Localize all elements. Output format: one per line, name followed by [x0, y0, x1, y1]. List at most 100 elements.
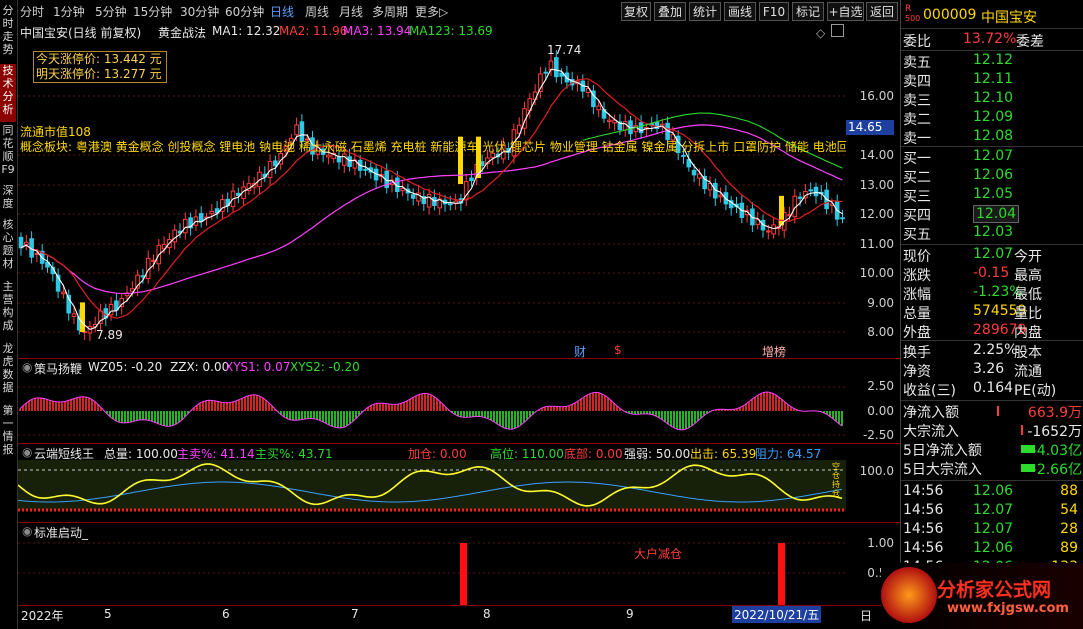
left-sidebar: 分时走势 技术分析 同花顺F9 深度 核心题材 主营构成 龙虎数据 第一情报 [0, 0, 18, 629]
dollar-marker[interactable]: $ [614, 343, 622, 357]
bid-price: 12.06 [973, 167, 1014, 183]
quote-row: 现价 12.07 今开 [903, 246, 1042, 265]
bid-row[interactable]: 买一 12.07 [901, 148, 1083, 167]
overlay-button[interactable]: 叠加 [654, 2, 686, 21]
tick-row: 14:56 12.06 89 [903, 540, 1078, 556]
capital-flow-row: 5日大宗流入 -2.66亿 [903, 462, 1082, 478]
back-button[interactable]: 返回 [866, 2, 898, 21]
bid-row[interactable]: 买四 12.04 [901, 205, 1083, 224]
bid-row[interactable]: 买五 12.03 [901, 224, 1083, 243]
logo-icon [881, 567, 937, 623]
tick-row: 14:56 12.06 88 [903, 483, 1078, 499]
bid-price: 12.03 [973, 224, 1014, 240]
quote-row: 涨跌 -0.15 最高 [903, 265, 1042, 284]
big-holder-reduce-label: 大户减仓 [634, 547, 683, 561]
quote-title: R 500 000009 中国宝安 [905, 4, 1037, 26]
period-intraday[interactable]: 分时 [20, 2, 44, 22]
quote-panel: R 500 000009 中国宝安 委比 13.72% 委差 卖五 12.12 卖四… [881, 0, 1083, 629]
ask-label: 卖四 [903, 74, 931, 90]
indicator-name[interactable]: 黄金战法 [158, 24, 206, 41]
bid-label: 买五 [903, 227, 931, 243]
period-monthly[interactable]: 月线 [339, 2, 363, 22]
ask-price: 12.09 [973, 109, 1014, 125]
high-price-label: 17.74 [547, 43, 582, 57]
pane-settings-icon[interactable]: ◉ [22, 445, 32, 459]
quote-row: 总量 574559 量比 [903, 303, 1042, 322]
ask-row[interactable]: 卖四 12.11 [901, 71, 1083, 90]
pane3-indicator-chart[interactable] [18, 539, 846, 605]
pane2-indicator-chart[interactable] [18, 460, 846, 522]
period-more[interactable]: 更多▷ [415, 2, 448, 22]
site-logo: 分析家公式网 www.fxjgsw.com [881, 563, 1083, 629]
sidebar-tab-intraday[interactable]: 分时走势 [0, 4, 16, 62]
pane2-y-axis: 100.0 [859, 464, 894, 478]
ask-row[interactable]: 卖五 12.12 [901, 52, 1083, 71]
main-kline-chart[interactable] [18, 40, 846, 360]
main-y-axis: 16.00 14.00 13.00 12.00 11.00 10.00 9.00… [859, 89, 894, 339]
sidebar-tab-dragon-tiger[interactable]: 龙虎数据 [0, 342, 16, 400]
window-toggle-icon[interactable] [831, 24, 844, 37]
bid-label: 买四 [903, 208, 931, 224]
sidebar-tab-depth[interactable]: 深度 [0, 184, 16, 214]
period-weekly[interactable]: 周线 [305, 2, 329, 22]
ma3-value: MA3: 13.94 [343, 24, 412, 38]
quote-row: 涨幅 -1.23% 最低 [903, 284, 1042, 303]
bid-price: 12.05 [973, 186, 1014, 202]
capital-flow-row: 5日净流入额 -4.03亿 [903, 443, 1082, 459]
ask-price: 12.10 [973, 90, 1014, 106]
bid-label: 买二 [903, 170, 931, 186]
ask-row[interactable]: 卖二 12.09 [901, 109, 1083, 128]
quote-row: 外盘 289679 内盘 [903, 322, 1042, 341]
limit-up-box: 今天涨停价: 13.442 元 明天涨停价: 13.277 元 [33, 51, 167, 83]
current-price-tag: 14.65 [846, 120, 894, 135]
sidebar-tab-technical[interactable]: 技术分析 [0, 64, 16, 122]
bid-row[interactable]: 买二 12.06 [901, 167, 1083, 186]
statistics-button[interactable]: 统计 [689, 2, 721, 21]
bid-label: 买三 [903, 189, 931, 205]
ask-row[interactable]: 卖三 12.10 [901, 90, 1083, 109]
period-multi[interactable]: 多周期 [372, 2, 408, 22]
add-watchlist-button[interactable]: +自选 [827, 2, 864, 21]
limit-up-tomorrow: 明天涨停价: 13.277 元 [36, 67, 162, 81]
period-1min[interactable]: 1分钟 [53, 2, 85, 22]
period-30min[interactable]: 30分钟 [180, 2, 219, 22]
concept-list: 概念板块: 粤港澳 黄金概念 创投概念 锂电池 钠电池 稀土永磁 石墨烯 充电桩… [20, 140, 846, 154]
pane1-y-axis: 2.50 0.00 -2.50 [862, 379, 894, 442]
ask-price: 12.12 [973, 52, 1014, 68]
bid-row[interactable]: 买三 12.05 [901, 186, 1083, 205]
quote-row: 净资 3.26 流通 [903, 361, 1042, 380]
capital-flow-row: 净流入额 663.9万 [903, 405, 1082, 421]
diamond-icon[interactable]: ◇ [816, 26, 825, 40]
period-indicator: 日 [860, 609, 873, 623]
period-daily[interactable]: 日线 [270, 2, 294, 22]
stock-code: 000009 [923, 7, 977, 23]
ma1-value: MA1: 12.32 [212, 24, 281, 38]
pane-settings-icon[interactable]: ◉ [22, 524, 32, 538]
period-15min[interactable]: 15分钟 [133, 2, 172, 22]
ask-label: 卖三 [903, 93, 931, 109]
period-60min[interactable]: 60分钟 [225, 2, 264, 22]
sidebar-tab-core-theme[interactable]: 核心题材 [0, 218, 16, 276]
ask-row[interactable]: 卖一 12.08 [901, 128, 1083, 147]
sidebar-tab-intel[interactable]: 第一情报 [0, 404, 16, 462]
pane-settings-icon[interactable]: ◉ [22, 360, 32, 374]
ask-label: 卖一 [903, 131, 931, 147]
quote-row: 收益(三) 0.164 PE(动) [903, 380, 1057, 399]
tick-row: 14:56 12.07 28 [903, 521, 1078, 537]
bid-price: 12.04 [973, 205, 1020, 223]
ma123-value: MA123: 13.69 [409, 24, 493, 38]
pane1-indicator-chart[interactable] [18, 375, 846, 443]
ask-price: 12.11 [973, 71, 1014, 87]
position-state-label: 空仓持仓 [832, 462, 840, 498]
capital-flow-row: 大宗流入 -1652万 [903, 424, 1082, 440]
bid-label: 买一 [903, 151, 931, 167]
limit-up-today: 今天涨停价: 13.442 元 [36, 52, 162, 66]
sidebar-tab-business[interactable]: 主营构成 [0, 280, 16, 338]
x-axis: 2022年 5 6 7 8 9 2022/10/21/五 日 [21, 606, 873, 623]
draw-line-button[interactable]: 画线 [724, 2, 756, 21]
restore-rights-button[interactable]: 复权 [621, 2, 651, 21]
period-5min[interactable]: 5分钟 [95, 2, 127, 22]
mark-button[interactable]: 标记 [792, 2, 824, 21]
sidebar-tab-f9[interactable]: 同花顺F9 [0, 124, 16, 182]
f10-button[interactable]: F10 [759, 2, 789, 21]
